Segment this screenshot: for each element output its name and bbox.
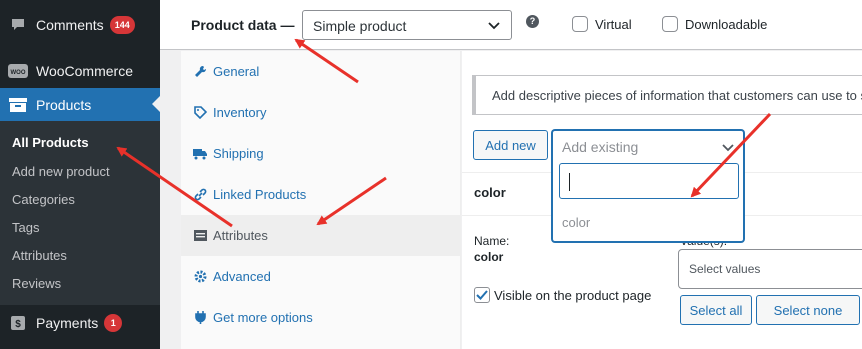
submenu-categories[interactable]: Categories xyxy=(12,192,75,207)
comment-icon xyxy=(8,15,28,35)
submenu-all-products[interactable]: All Products xyxy=(12,135,89,150)
tab-label: Attributes xyxy=(213,228,268,243)
payments-icon: $ xyxy=(8,313,28,333)
select-none-button[interactable]: Select none xyxy=(756,295,860,325)
tab-advanced[interactable]: Advanced xyxy=(181,256,461,297)
visible-on-product-page-label: Visible on the product page xyxy=(494,288,652,303)
checkmark-icon xyxy=(476,290,488,300)
tab-label: Linked Products xyxy=(213,187,307,202)
submenu-reviews[interactable]: Reviews xyxy=(12,276,61,291)
menu-label-products: Products xyxy=(36,96,92,113)
attribute-name-value: color xyxy=(474,250,504,264)
woocommerce-logo-text: WOO xyxy=(11,70,26,76)
list-icon xyxy=(193,229,207,243)
tab-get-more-options[interactable]: Get more options xyxy=(181,297,461,338)
downloadable-label: Downloadable xyxy=(685,17,768,32)
dropdown-option-color[interactable]: color xyxy=(562,215,590,230)
tab-inventory[interactable]: Inventory xyxy=(181,92,461,133)
tab-attributes[interactable]: Attributes xyxy=(181,215,461,256)
tab-label: Inventory xyxy=(213,105,267,120)
add-existing-search-input[interactable] xyxy=(559,163,739,199)
tab-shipping[interactable]: Shipping xyxy=(181,133,461,174)
svg-text:$: $ xyxy=(15,319,21,330)
tab-label: Get more options xyxy=(213,310,313,325)
submenu-tags[interactable]: Tags xyxy=(12,220,39,235)
payments-count-badge: 1 xyxy=(104,314,123,332)
menu-item-woocommerce[interactable]: WOO WooCommerce xyxy=(0,54,160,88)
chevron-down-icon xyxy=(487,18,501,35)
tab-label: Shipping xyxy=(213,146,264,161)
tab-label: Advanced xyxy=(213,269,271,284)
help-icon[interactable]: ? xyxy=(526,15,539,28)
archive-icon xyxy=(8,95,28,115)
menu-label-woocommerce: WooCommerce xyxy=(36,63,133,79)
admin-sidebar: Comments 144 WOO WooCommerce Products Al… xyxy=(0,0,160,349)
product-type-select[interactable]: Simple product xyxy=(302,10,512,40)
select-values-placeholder: Select values xyxy=(689,262,761,276)
products-submenu: All Products Add new product Categories … xyxy=(0,121,160,305)
submenu-attributes[interactable]: Attributes xyxy=(12,248,67,263)
submenu-add-new-product[interactable]: Add new product xyxy=(12,164,110,179)
select-all-button[interactable]: Select all xyxy=(680,295,752,325)
product-data-tabs: General Inventory Shipping Linked Produc… xyxy=(181,51,461,349)
product-type-value: Simple product xyxy=(313,18,407,34)
downloadable-checkbox[interactable] xyxy=(662,16,678,32)
menu-item-comments[interactable]: Comments 144 xyxy=(0,8,160,42)
add-existing-placeholder: Add existing xyxy=(562,139,639,155)
menu-item-products[interactable]: Products xyxy=(0,88,160,121)
tab-label: General xyxy=(213,64,260,79)
tag-icon xyxy=(193,106,207,120)
wrench-icon xyxy=(193,65,207,79)
virtual-checkbox[interactable] xyxy=(572,16,588,32)
truck-icon xyxy=(193,147,207,161)
select-values-input[interactable]: Select values xyxy=(678,249,862,289)
attribute-heading[interactable]: color xyxy=(474,185,506,200)
menu-item-payments[interactable]: $ Payments 1 xyxy=(0,306,160,340)
woocommerce-icon: WOO xyxy=(8,61,28,81)
plugin-icon xyxy=(193,311,207,325)
comments-count-badge: 144 xyxy=(109,16,135,34)
add-new-attribute-button[interactable]: Add new xyxy=(473,130,548,160)
chevron-down-icon xyxy=(721,140,735,157)
link-icon xyxy=(193,188,207,202)
tab-linked-products[interactable]: Linked Products xyxy=(181,174,461,215)
visible-on-product-page-checkbox[interactable] xyxy=(474,287,490,303)
name-label: Name: xyxy=(474,234,510,248)
notice-text: Add descriptive pieces of information th… xyxy=(492,88,862,103)
virtual-label: Virtual xyxy=(595,17,632,32)
add-existing-dropdown[interactable]: Add existing color xyxy=(552,130,744,242)
menu-label-comments: Comments xyxy=(36,17,104,33)
gear-icon xyxy=(193,270,207,284)
product-data-title: Product data — xyxy=(191,17,295,33)
text-cursor xyxy=(569,173,570,191)
menu-label-payments: Payments xyxy=(36,315,99,331)
product-data-header: Product data — Simple product ? Virtual … xyxy=(160,0,862,50)
info-notice: Add descriptive pieces of information th… xyxy=(472,75,862,115)
tab-general[interactable]: General xyxy=(181,51,461,92)
